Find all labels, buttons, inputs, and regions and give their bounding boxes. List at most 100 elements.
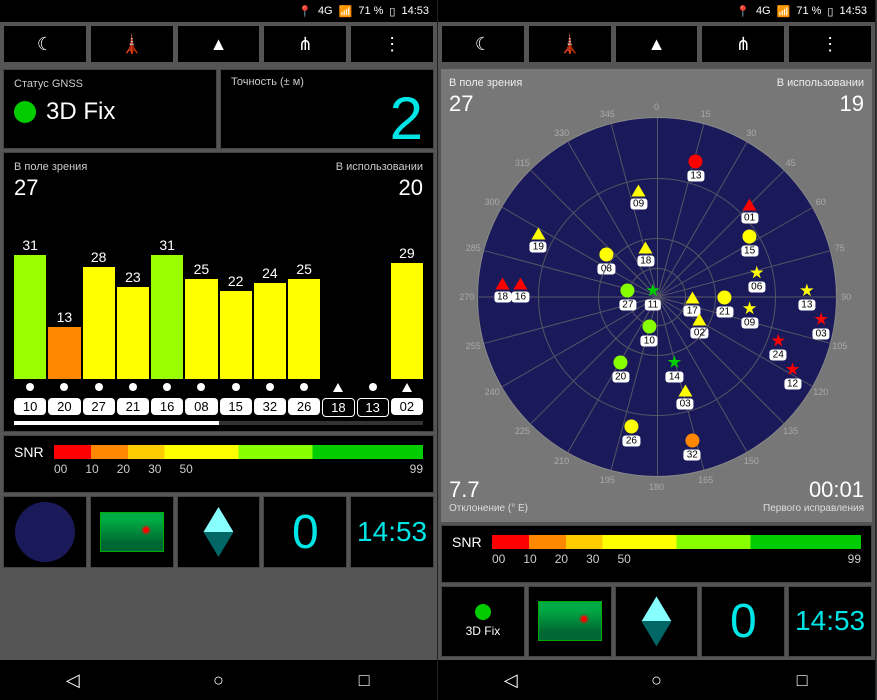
gnss-value: 3D Fix <box>14 98 206 126</box>
sky-thumbnail[interactable] <box>3 496 87 568</box>
menu-button[interactable]: ⋮ <box>350 25 434 63</box>
status-bar: 📍 4G 📶 71 % ▯ 14:53 <box>0 0 437 22</box>
network-label: 4G <box>756 5 771 17</box>
back-button[interactable]: ◁ <box>43 670 103 691</box>
sat-18: 18 <box>637 242 654 267</box>
status-text: 3D Fix <box>466 624 501 638</box>
content: Статус GNSS 3D Fix Точность (± м) 2 В по… <box>0 66 437 660</box>
gnss-status-panel[interactable]: Статус GNSS 3D Fix <box>3 69 217 149</box>
battery-icon: ▯ <box>827 5 833 18</box>
sat-14: 14 <box>666 355 683 382</box>
sat-11: 11 <box>645 284 661 311</box>
toolbar: ☾ 🗼 ▲ ⋔ ⋮ <box>0 22 437 66</box>
first-fix-value: 00:01 <box>763 477 864 503</box>
sat-24: 24 <box>770 334 787 361</box>
battery-label: 71 % <box>796 5 821 17</box>
sat-01: 01 <box>741 199 758 224</box>
battery-icon: ▯ <box>389 5 395 18</box>
signal-icon: 📶 <box>339 5 353 18</box>
time-value[interactable]: 14:53 <box>788 586 872 657</box>
android-navbar: ◁ ○ □ <box>438 660 875 700</box>
telescope-button[interactable]: 🗼 <box>528 25 612 63</box>
time-value[interactable]: 14:53 <box>350 496 434 568</box>
snr-gradient <box>54 445 423 459</box>
sat-02: 02 <box>691 313 708 338</box>
sat-18b: 18 <box>494 277 511 302</box>
heading-value[interactable]: 0 <box>701 586 785 657</box>
moon-button[interactable]: ☾ <box>441 25 525 63</box>
arrow-button[interactable]: ▲ <box>177 25 261 63</box>
deviation-label: Отклонение (° E) <box>449 503 528 514</box>
bottom-panels: 3D Fix 0 14:53 <box>441 586 872 657</box>
accuracy-panel[interactable]: Точность (± м) 2 <box>220 69 434 149</box>
recents-button[interactable]: □ <box>334 670 394 691</box>
in-view-label: В поле зрения <box>14 161 87 173</box>
arrow-button[interactable]: ▲ <box>615 25 699 63</box>
status-dot-icon <box>14 101 36 123</box>
snr-label: SNR <box>452 534 484 550</box>
snr-legend-panel: SNR 001020305099 <box>441 525 872 583</box>
sat-13b: 13 <box>798 284 815 311</box>
telescope-button[interactable]: 🗼 <box>90 25 174 63</box>
sat-27: 27 <box>619 284 636 311</box>
bar-21: 23 <box>117 269 149 379</box>
bar-15: 22 <box>220 273 252 379</box>
bar-02: 29 <box>391 245 423 379</box>
location-icon: 📍 <box>298 5 312 18</box>
compass-thumbnail[interactable] <box>615 586 699 657</box>
signal-icon: 📶 <box>777 5 791 18</box>
deviation-value: 7.7 <box>449 477 528 503</box>
recents-button[interactable]: □ <box>772 670 832 691</box>
moon-button[interactable]: ☾ <box>3 25 87 63</box>
sat-19: 19 <box>530 227 547 252</box>
bar-20: 13 <box>48 309 80 379</box>
home-button[interactable]: ○ <box>626 670 686 691</box>
content: В поле зрения В использовании 27 19 0153… <box>438 66 875 660</box>
bar-32: 24 <box>254 265 286 379</box>
status-bar: 📍 4G 📶 71 % ▯ 14:53 <box>438 0 875 22</box>
location-icon: 📍 <box>736 5 750 18</box>
map-thumbnail[interactable] <box>528 586 612 657</box>
snr-label: SNR <box>14 444 46 460</box>
sat-09b: 09 <box>741 301 758 328</box>
sat-32: 32 <box>684 434 701 461</box>
in-use-label: В использовании <box>777 77 864 89</box>
sat-08: 08 <box>598 248 615 275</box>
bar-27: 28 <box>83 249 115 379</box>
heading-value[interactable]: 0 <box>263 496 347 568</box>
battery-label: 71 % <box>358 5 383 17</box>
snr-chart-panel[interactable]: В поле зрения В использовании 27 20 3113… <box>3 152 434 432</box>
first-fix-label: Первого исправления <box>763 503 864 514</box>
accuracy-value: 2 <box>390 84 423 153</box>
bar-08: 25 <box>185 261 217 379</box>
bar-10: 31 <box>14 237 46 379</box>
sat-26: 26 <box>623 420 640 447</box>
back-button[interactable]: ◁ <box>481 670 541 691</box>
android-navbar: ◁ ○ □ <box>0 660 437 700</box>
left-screen: 📍 4G 📶 71 % ▯ 14:53 ☾ 🗼 ▲ ⋔ ⋮ Статус GNS… <box>0 0 438 700</box>
sat-21: 21 <box>716 291 733 318</box>
bar-16: 31 <box>151 237 183 379</box>
sat-16: 16 <box>512 277 529 302</box>
gnss-text: 3D Fix <box>46 98 115 126</box>
share-button[interactable]: ⋔ <box>263 25 347 63</box>
compass-thumbnail[interactable] <box>177 496 261 568</box>
share-button[interactable]: ⋔ <box>701 25 785 63</box>
toolbar: ☾ 🗼 ▲ ⋔ ⋮ <box>438 22 875 66</box>
bottom-panels: 0 14:53 <box>3 496 434 568</box>
map-thumbnail[interactable] <box>90 496 174 568</box>
status-thumbnail[interactable]: 3D Fix <box>441 586 525 657</box>
status-dot-icon <box>475 604 491 620</box>
right-screen: 📍 4G 📶 71 % ▯ 14:53 ☾ 🗼 ▲ ⋔ ⋮ В поле зре… <box>438 0 876 700</box>
in-view-count: 27 <box>14 175 38 201</box>
chart-scrollbar[interactable] <box>14 421 423 425</box>
sat-06: 06 <box>748 266 765 293</box>
snr-legend-panel: SNR 001020305099 <box>3 435 434 493</box>
in-use-count: 20 <box>399 175 423 201</box>
sat-15: 15 <box>741 230 758 257</box>
sky-panel[interactable]: В поле зрения В использовании 27 19 0153… <box>441 69 872 522</box>
chart-area: 31132823312522242529 <box>14 211 423 379</box>
home-button[interactable]: ○ <box>188 670 248 691</box>
menu-button[interactable]: ⋮ <box>788 25 872 63</box>
gnss-label: Статус GNSS <box>14 78 206 90</box>
